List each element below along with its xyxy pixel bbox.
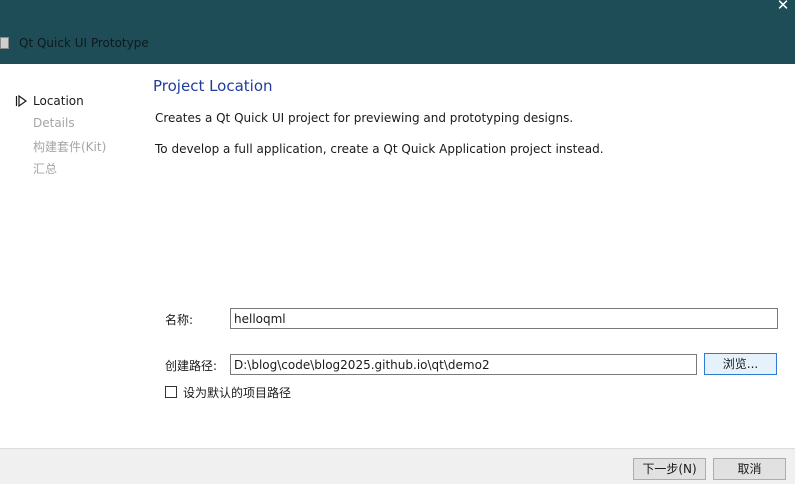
step-details: Details [33, 116, 75, 130]
step-location: Location [33, 94, 84, 108]
default-path-checkbox[interactable] [165, 386, 177, 398]
browse-button[interactable]: 浏览... [704, 353, 777, 375]
step-summary: 汇总 [33, 162, 58, 176]
path-label: 创建路径: [165, 359, 218, 373]
close-icon[interactable]: ✕ [774, 0, 792, 14]
title-bar [0, 0, 795, 64]
name-label: 名称: [165, 313, 194, 327]
step-kit: 构建套件(Kit) [33, 140, 107, 154]
next-button[interactable]: 下一步(N) [633, 458, 706, 480]
current-step-icon [15, 94, 28, 108]
description-line-1: Creates a Qt Quick UI project for previe… [155, 111, 574, 125]
name-input[interactable] [230, 308, 778, 329]
description-line-2: To develop a full application, create a … [155, 142, 604, 156]
wizard-steps [0, 64, 150, 448]
page-title: Project Location [153, 77, 273, 95]
cancel-button[interactable]: 取消 [713, 458, 786, 480]
app-icon [0, 37, 9, 49]
path-input[interactable] [230, 354, 697, 375]
default-path-checkbox-label: 设为默认的项目路径 [183, 386, 292, 400]
window-title: Qt Quick UI Prototype [19, 36, 149, 50]
